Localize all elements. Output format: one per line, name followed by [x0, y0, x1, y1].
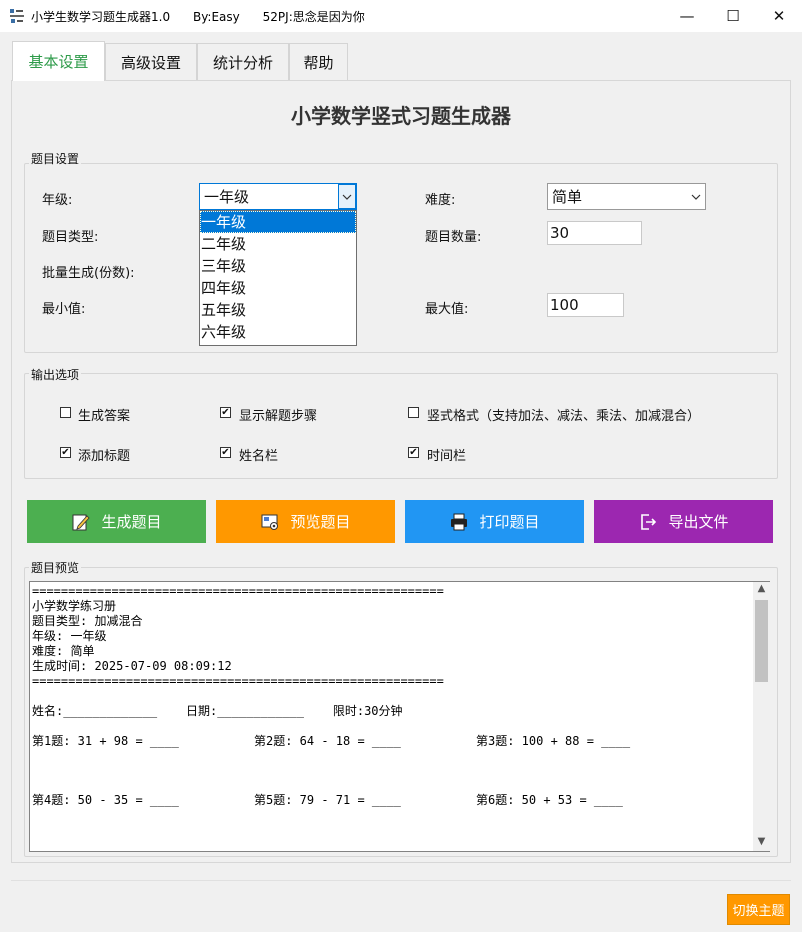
preview-line: 小学数学练习册 — [32, 599, 117, 613]
tab-help[interactable]: 帮助 — [289, 43, 348, 80]
title-label[interactable]: 添加标题 — [78, 445, 130, 464]
tab-advanced-settings[interactable]: 高级设置 — [105, 43, 197, 80]
time-field-checkbox[interactable]: ✔ — [408, 447, 419, 458]
max-input[interactable]: 100 — [547, 293, 624, 317]
output-group-title: 输出选项 — [29, 366, 82, 383]
chevron-down-icon[interactable] — [687, 184, 705, 209]
chevron-down-icon[interactable] — [338, 184, 356, 209]
tab-basic-settings[interactable]: 基本设置 — [12, 41, 105, 81]
answers-label[interactable]: 生成答案 — [78, 405, 130, 424]
steps-label[interactable]: 显示解题步骤 — [239, 405, 317, 424]
name-field-checkbox[interactable]: ✔ — [220, 447, 231, 458]
generate-button-label: 生成题目 — [101, 513, 162, 531]
generate-button[interactable]: 生成题目 — [27, 500, 206, 543]
problem: 第4题: 50 - 35 = ____ — [32, 793, 179, 807]
problem: 第3题: 100 + 88 = ____ — [476, 734, 631, 748]
info-line: 姓名:_____________ 日期:____________ 限时:30分钟 — [32, 704, 403, 718]
footer-divider — [11, 880, 791, 881]
problem: 第5题: 79 - 71 = ____ — [254, 793, 401, 807]
difficulty-select[interactable]: 简单 — [547, 183, 706, 210]
preview-line: 题目类型: 加减混合 — [32, 614, 143, 628]
edit-icon — [72, 514, 91, 530]
grade-label: 年级: — [42, 193, 73, 208]
problem: 第6题: 50 + 53 = ____ — [476, 793, 623, 807]
minimize-button[interactable]: — — [664, 0, 710, 32]
vertical-format-label[interactable]: 竖式格式（支持加法、减法、乘法、加减混合） — [427, 405, 700, 424]
printer-icon — [451, 513, 468, 530]
count-input[interactable]: 30 — [547, 221, 642, 245]
grade-option[interactable]: 六年级 — [200, 321, 356, 343]
grade-option[interactable]: 四年级 — [200, 277, 356, 299]
print-button[interactable]: 打印题目 — [405, 500, 584, 543]
time-field-label[interactable]: 时间栏 — [427, 445, 466, 464]
grade-option[interactable]: 二年级 — [200, 233, 356, 255]
problem: 第1题: 31 + 98 = ____ — [32, 734, 179, 748]
page-title: 小学数学竖式习题生成器 — [291, 104, 511, 128]
tab-statistics[interactable]: 统计分析 — [197, 43, 289, 80]
preview-textarea[interactable]: ========================================… — [29, 581, 770, 852]
window-title: 小学生数学习题生成器1.0 By:Easy 52PJ:思念是因为你 — [31, 10, 365, 24]
problem: 第2题: 64 - 18 = ____ — [254, 734, 401, 748]
preview-line: 年级: 一年级 — [32, 629, 107, 643]
preview-line: 难度: 简单 — [32, 644, 95, 658]
count-label: 题目数量: — [425, 230, 482, 245]
problem-row: 第4题: 50 - 35 = ____ 第5题: 79 - 71 = ____ … — [32, 793, 752, 808]
title-checkbox[interactable]: ✔ — [60, 447, 71, 458]
min-label: 最小值: — [42, 302, 86, 317]
close-button[interactable]: ✕ — [756, 0, 802, 32]
preview-content: ========================================… — [32, 584, 752, 808]
grade-select-value: 一年级 — [204, 188, 250, 206]
maximize-button[interactable]: ☐ — [710, 0, 756, 32]
settings-group-title: 题目设置 — [29, 150, 82, 167]
app-icon — [9, 8, 25, 24]
name-field-label[interactable]: 姓名栏 — [239, 445, 278, 464]
scrollbar-thumb[interactable] — [755, 600, 768, 682]
preview-button-label: 预览题目 — [290, 513, 351, 531]
type-label: 题目类型: — [42, 230, 99, 245]
preview-group-title: 题目预览 — [29, 559, 82, 576]
preview-button[interactable]: 预览题目 — [216, 500, 395, 543]
export-icon — [641, 513, 657, 530]
steps-checkbox[interactable]: ✔ — [220, 407, 231, 418]
batch-label: 批量生成(份数): — [42, 266, 135, 281]
difficulty-label: 难度: — [425, 193, 456, 208]
preview-line: 生成时间: 2025-07-09 08:09:12 — [32, 659, 232, 673]
grade-dropdown-list[interactable]: 一年级 二年级 三年级 四年级 五年级 六年级 — [199, 210, 357, 346]
theme-toggle-button[interactable]: 切换主题 — [727, 894, 790, 925]
preview-line: ========================================… — [32, 674, 444, 688]
scroll-up-icon[interactable]: ▲ — [753, 583, 770, 598]
vertical-format-checkbox[interactable] — [408, 407, 419, 418]
output-groupbox — [24, 373, 778, 479]
export-button[interactable]: 导出文件 — [594, 500, 773, 543]
preview-icon — [261, 514, 279, 530]
print-button-label: 打印题目 — [479, 513, 540, 531]
difficulty-select-value: 简单 — [552, 188, 583, 206]
max-label: 最大值: — [425, 302, 469, 317]
grade-option[interactable]: 三年级 — [200, 255, 356, 277]
answers-checkbox[interactable] — [60, 407, 71, 418]
grade-option[interactable]: 一年级 — [200, 211, 356, 233]
export-button-label: 导出文件 — [668, 513, 729, 531]
grade-select[interactable]: 一年级 — [199, 183, 357, 210]
preview-line: ========================================… — [32, 584, 444, 598]
problem-row: 第1题: 31 + 98 = ____ 第2题: 64 - 18 = ____ … — [32, 734, 752, 749]
grade-option[interactable]: 五年级 — [200, 299, 356, 321]
scroll-down-icon[interactable]: ▼ — [753, 836, 770, 851]
